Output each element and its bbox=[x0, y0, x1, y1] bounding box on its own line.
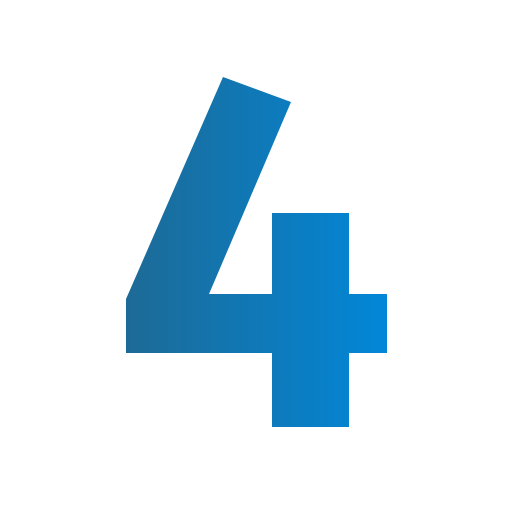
digit-four-shape bbox=[126, 77, 387, 427]
logo-canvas bbox=[0, 0, 512, 512]
numeral-four-logo bbox=[126, 77, 387, 427]
